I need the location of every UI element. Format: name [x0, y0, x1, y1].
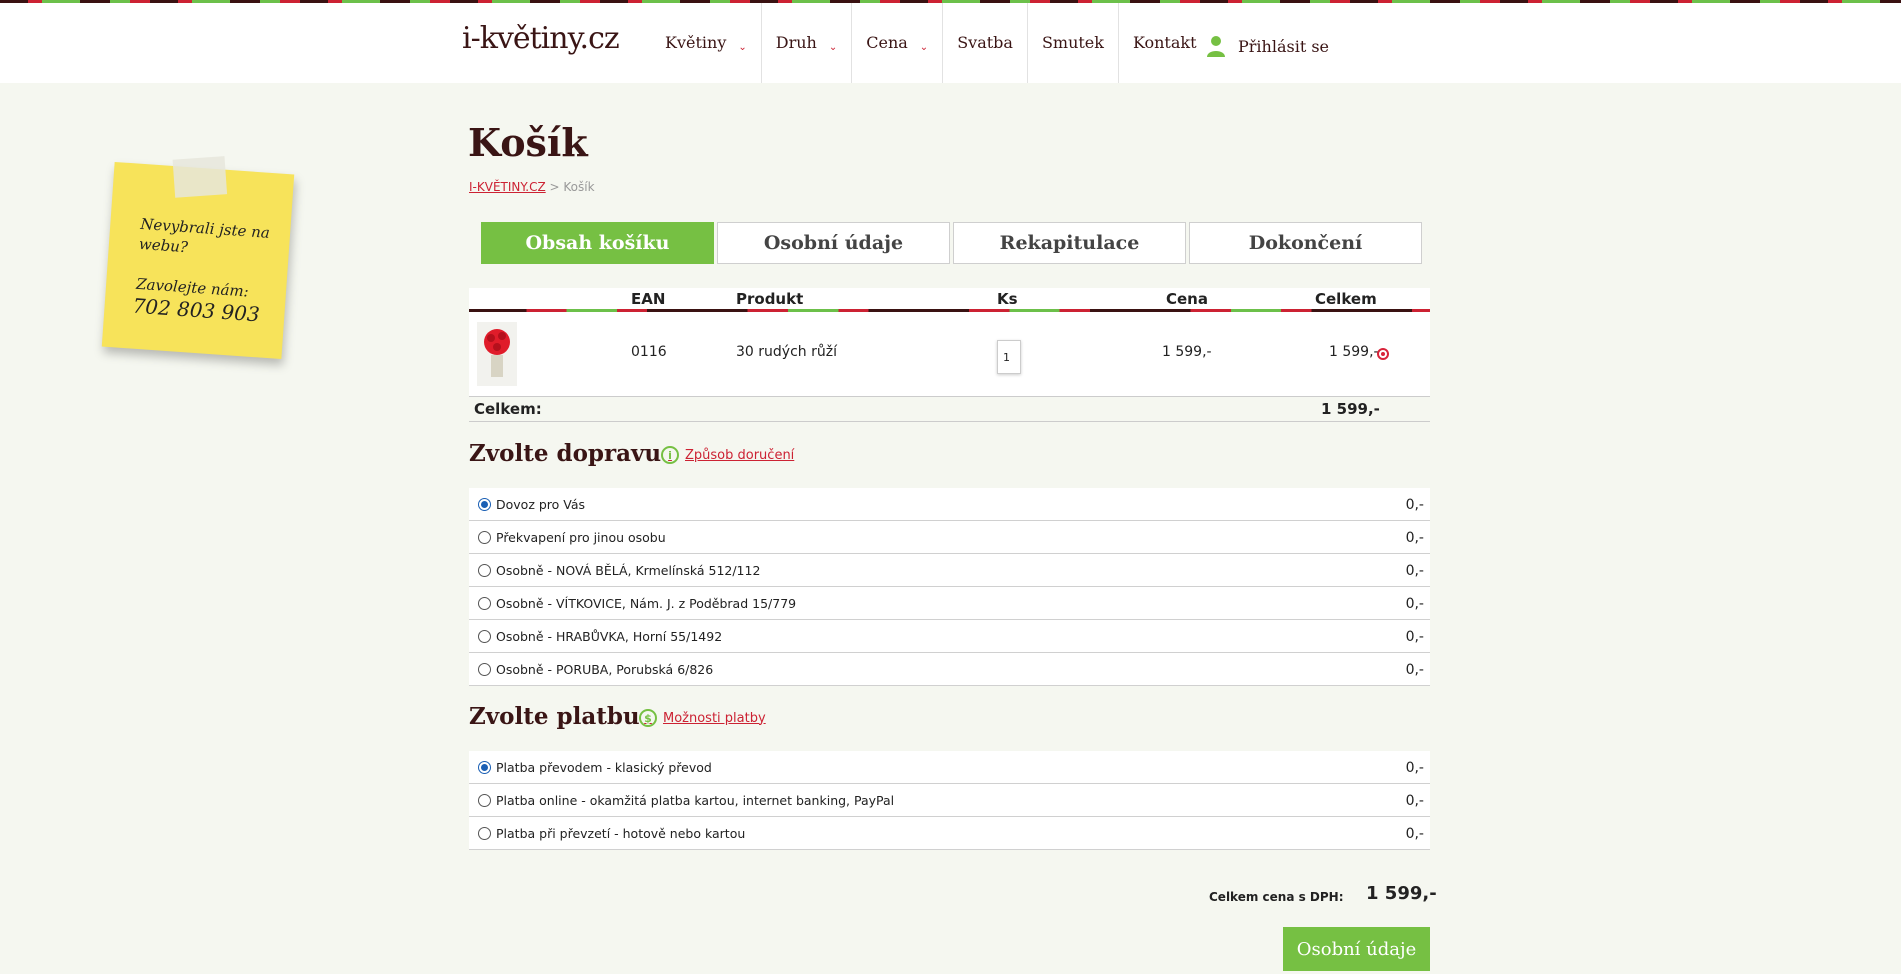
- user-icon: [1207, 36, 1225, 57]
- item-product[interactable]: 30 rudých růží: [736, 344, 837, 360]
- chevron-down-icon: ⌄: [828, 42, 838, 53]
- shipping-title: Zvolte dopravu: [469, 440, 662, 467]
- payment-option[interactable]: Platba online - okamžitá platba kartou, …: [469, 784, 1430, 817]
- payment-options: Platba převodem - klasický převod 0,- Pla…: [469, 751, 1430, 850]
- site-header: i-květiny.cz Květiny ⌄ Druh ⌄ Cena ⌄ Svatba…: [0, 3, 1901, 83]
- nav-item-kontakt[interactable]: Kontakt: [1117, 3, 1211, 83]
- cart-total-value: 1 599,-: [1321, 400, 1380, 418]
- chevron-down-icon: ⌄: [919, 42, 929, 53]
- shipping-option[interactable]: Osobně - VÍTKOVICE, Nám. J. z Poděbrad 1…: [469, 587, 1430, 620]
- shipping-info-link[interactable]: i Způsob doručení: [661, 446, 794, 464]
- item-ean: 0116: [631, 344, 667, 360]
- shipping-option[interactable]: Osobně - PORUBA, Porubská 6/826 0,-: [469, 653, 1430, 686]
- radio[interactable]: [478, 597, 491, 610]
- breadcrumb: I-KVĚTINY.CZ > Košík: [469, 180, 595, 194]
- nav-item-kvetiny[interactable]: Květiny ⌄: [651, 3, 761, 83]
- radio[interactable]: [478, 630, 491, 643]
- tape-decoration: [172, 156, 228, 198]
- breadcrumb-home[interactable]: I-KVĚTINY.CZ: [469, 180, 546, 194]
- item-total: 1 599,-: [1329, 344, 1379, 360]
- radio[interactable]: [478, 564, 491, 577]
- radio[interactable]: [478, 663, 491, 676]
- info-icon: i: [661, 446, 679, 464]
- cart-total-row: Celkem: 1 599,-: [469, 396, 1430, 422]
- page-title: Košík: [468, 120, 588, 165]
- dollar-icon: $: [639, 709, 657, 727]
- radio-selected[interactable]: [478, 498, 491, 511]
- chevron-down-icon: ⌄: [738, 42, 747, 53]
- step-personal-data[interactable]: Osobní údaje: [717, 222, 950, 264]
- sticky-note: Nevybrali jste na webu? Zavolejte nám: 70…: [101, 156, 295, 360]
- shipping-option[interactable]: Osobně - HRABŮVKA, Horní 55/1492 0,-: [469, 620, 1430, 653]
- site-logo[interactable]: i-květiny.cz: [462, 21, 620, 56]
- quantity-input[interactable]: 1: [997, 340, 1021, 374]
- payment-option[interactable]: Platba při převzetí - hotově nebo kartou…: [469, 817, 1430, 850]
- col-ean: EAN: [631, 290, 666, 308]
- shipping-options: Dovoz pro Vás 0,- Překvapení pro jinou os…: [469, 488, 1430, 686]
- radio[interactable]: [478, 827, 491, 840]
- main-nav: Květiny ⌄ Druh ⌄ Cena ⌄ Svatba Smutek Konta…: [651, 3, 1211, 83]
- nav-item-cena[interactable]: Cena ⌄: [851, 3, 942, 83]
- login-link[interactable]: Přihlásit se: [1206, 35, 1329, 57]
- shipping-option[interactable]: Dovoz pro Vás 0,-: [469, 488, 1430, 521]
- nav-item-smutek[interactable]: Smutek: [1026, 3, 1118, 83]
- col-price: Cena: [1166, 290, 1208, 308]
- col-product: Produkt: [736, 290, 804, 308]
- payment-option[interactable]: Platba převodem - klasický převod 0,-: [469, 751, 1430, 784]
- step-finish[interactable]: Dokončení: [1189, 222, 1422, 264]
- grand-total-label: Celkem cena s DPH:: [1209, 890, 1344, 904]
- next-step-button[interactable]: Osobní údaje: [1283, 927, 1430, 971]
- step-recap[interactable]: Rekapitulace: [953, 222, 1186, 264]
- nav-item-svatba[interactable]: Svatba: [942, 3, 1027, 83]
- cart-total-label: Celkem:: [474, 400, 542, 418]
- radio-selected[interactable]: [478, 761, 491, 774]
- breadcrumb-current: Košík: [563, 180, 595, 194]
- cart-header-row: EAN Produkt Ks Cena Celkem: [469, 288, 1430, 312]
- payment-info-link[interactable]: $ Možnosti platby: [639, 709, 766, 727]
- radio[interactable]: [478, 794, 491, 807]
- product-thumbnail[interactable]: [477, 322, 517, 386]
- step-cart-content[interactable]: Obsah košíku: [481, 222, 714, 264]
- grand-total-value: 1 599,-: [1366, 883, 1437, 904]
- shipping-option[interactable]: Osobně - NOVÁ BĚLÁ, Krmelínská 512/112 0,…: [469, 554, 1430, 587]
- login-label: Přihlásit se: [1238, 36, 1330, 56]
- payment-title: Zvolte platbu: [469, 703, 640, 730]
- note-text: Nevybrali jste na webu? Zavolejte nám:: [135, 214, 271, 301]
- logo-text: i-květiny.cz: [462, 21, 620, 56]
- shipping-option[interactable]: Překvapení pro jinou osobu 0,-: [469, 521, 1430, 554]
- cart-table: EAN Produkt Ks Cena Celkem 0116 30 rudýc…: [469, 288, 1430, 422]
- checkout-steps: Obsah košíku Osobní údaje Rekapitulace D…: [481, 222, 1425, 264]
- radio[interactable]: [478, 531, 491, 544]
- col-total: Celkem: [1315, 290, 1377, 308]
- cart-item-row: 0116 30 rudých růží 1 1 599,- 1 599,-: [469, 312, 1430, 396]
- remove-item-icon[interactable]: [1377, 348, 1389, 360]
- item-price: 1 599,-: [1162, 344, 1212, 360]
- nav-item-druh[interactable]: Druh ⌄: [760, 3, 851, 83]
- col-qty: Ks: [997, 290, 1018, 308]
